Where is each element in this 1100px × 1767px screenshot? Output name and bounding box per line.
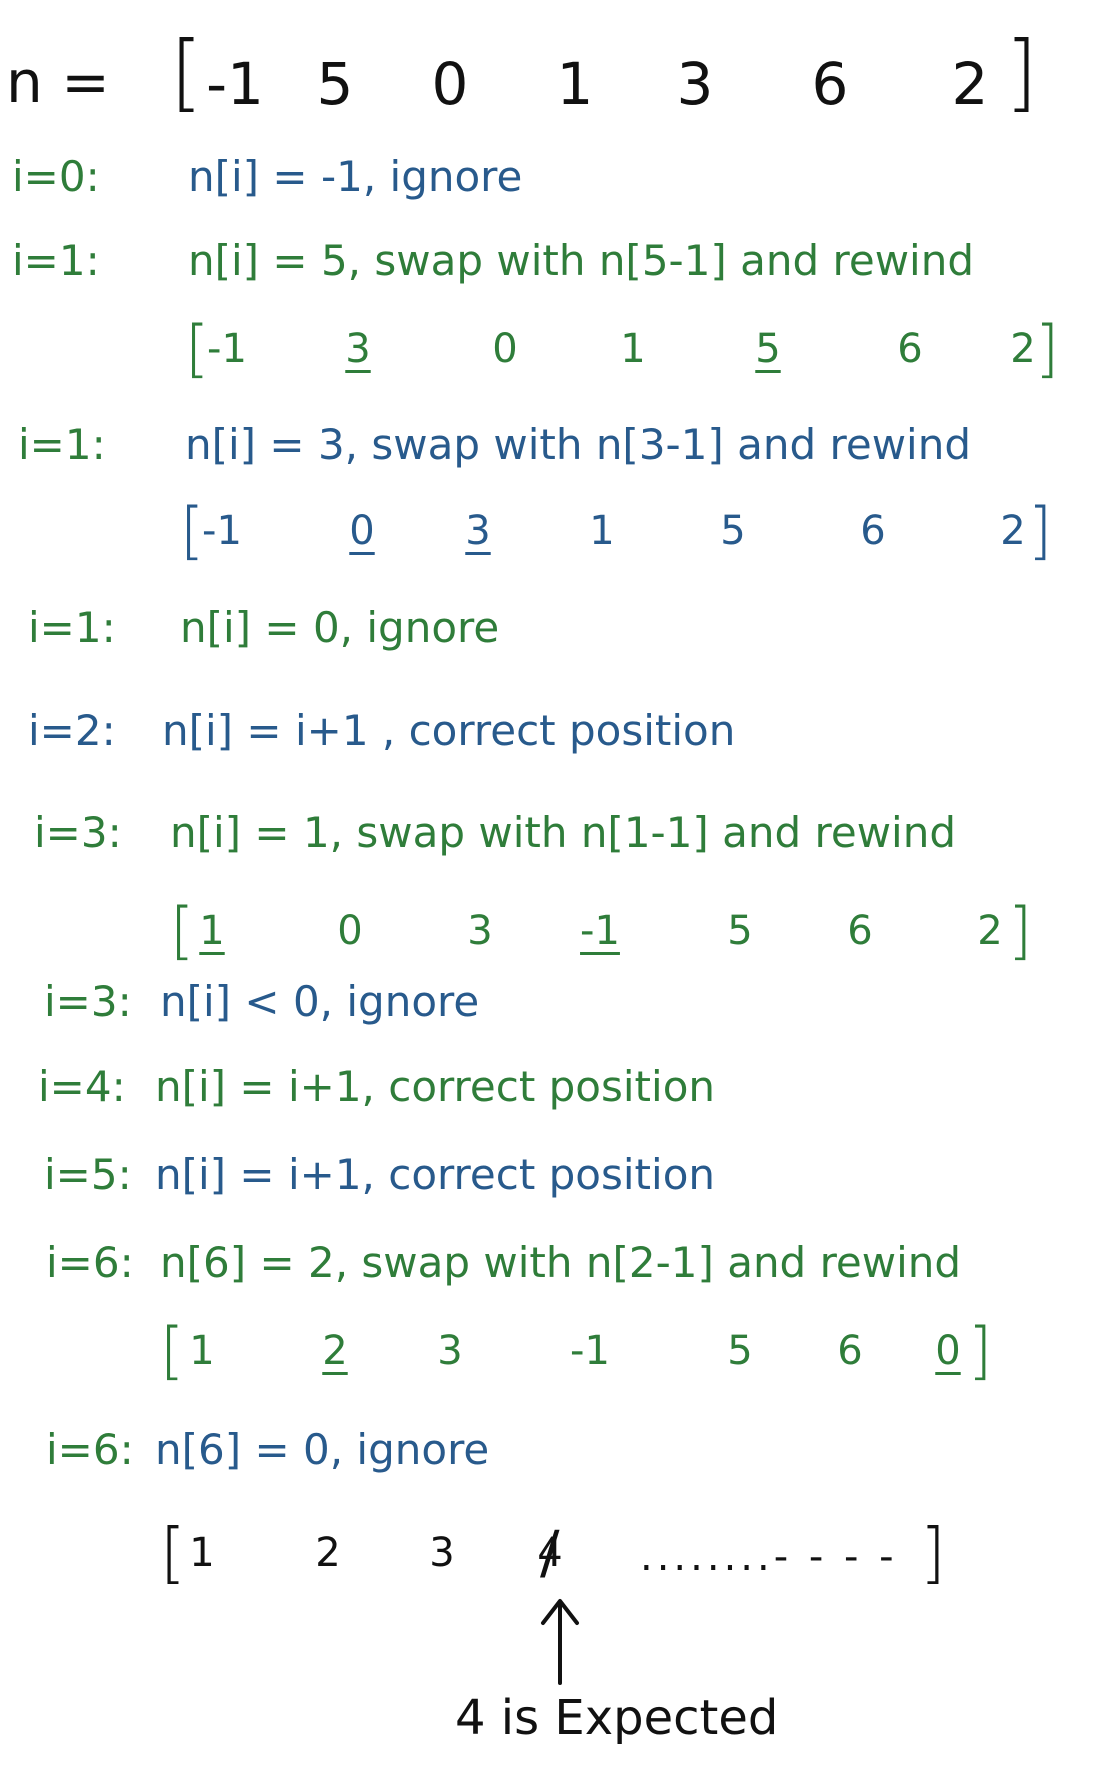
array-cell: 1 [189, 1328, 215, 1374]
array-cell: 5 [727, 1328, 753, 1374]
step-text: n[i] = 5, swap with n[5-1] and rewind [188, 236, 975, 285]
array-cell-underlined: 3 [345, 326, 371, 372]
step-label: i=5: [44, 1150, 132, 1199]
array-cell: 5 [727, 908, 753, 954]
close-bracket: ] [920, 1514, 946, 1591]
array-cell: 0 [492, 326, 518, 372]
step-label: i=0: [12, 152, 100, 201]
initial-array: [ -1 5 0 1 3 6 2 ] [170, 30, 1090, 120]
step-label: i=1: [18, 420, 106, 469]
array-cell: -1 [206, 50, 264, 118]
array-name-label: n = [6, 48, 110, 116]
close-bracket: ] [968, 1314, 993, 1387]
array-cell: 0 [431, 50, 469, 118]
array-cell: -1 [202, 508, 242, 554]
step-label: i=6: [46, 1238, 134, 1287]
ellipsis-dots: ........- - - - [640, 1534, 898, 1580]
strike-mark: / [540, 1518, 560, 1586]
array-cell: 5 [316, 50, 354, 118]
step-label: i=3: [44, 977, 132, 1026]
step-text: n[i] = i+1 , correct position [162, 706, 736, 755]
step-label: i=1: [28, 603, 116, 652]
array-cell-underlined: 5 [755, 326, 781, 372]
expected-note: 4 is Expected [455, 1690, 779, 1746]
close-bracket: ] [1035, 312, 1060, 385]
array-cell-underlined: 0 [349, 508, 375, 554]
array-cell: 2 [951, 50, 989, 118]
close-bracket: ] [1028, 494, 1053, 567]
array-cell: 5 [720, 508, 746, 554]
array-cell-underlined: -1 [580, 908, 620, 954]
step-text: n[i] = 1, swap with n[1-1] and rewind [170, 808, 957, 857]
step-label: i=4: [38, 1062, 126, 1111]
array-state-3: [ 1 0 3 -1 5 6 2 ] [170, 900, 1050, 970]
final-array: [ 1 2 3 4 / ........- - - - ] [150, 1514, 980, 1600]
step-text: n[6] = 0, ignore [155, 1425, 490, 1474]
array-state-2: [ -1 0 3 1 5 6 2 ] [180, 500, 1060, 570]
step-label: i=1: [12, 236, 100, 285]
array-state-4: [ 1 2 3 -1 5 6 0 ] [160, 1320, 1010, 1390]
array-cell: 3 [467, 908, 493, 954]
step-text: n[i] = 0, ignore [180, 603, 500, 652]
open-bracket: [ [170, 23, 203, 121]
array-cell: 3 [429, 1530, 455, 1576]
array-state-1: [ -1 3 0 1 5 6 2 ] [185, 318, 1075, 388]
step-label: i=3: [34, 808, 122, 857]
array-cell-underlined: 3 [465, 508, 491, 554]
array-cell: 6 [847, 908, 873, 954]
step-text: n[i] < 0, ignore [160, 977, 480, 1026]
array-cell: 6 [897, 326, 923, 372]
array-cell: 1 [189, 1530, 215, 1576]
step-text: n[i] = 3, swap with n[3-1] and rewind [185, 420, 972, 469]
close-bracket: ] [1008, 894, 1033, 967]
up-arrow-icon [541, 1599, 579, 1685]
array-cell: 1 [620, 326, 646, 372]
array-cell-underlined: 2 [322, 1328, 348, 1374]
step-text: n[i] = i+1, correct position [155, 1062, 716, 1111]
array-cell: 2 [315, 1530, 341, 1576]
array-cell: 6 [837, 1328, 863, 1374]
array-cell: 1 [556, 50, 594, 118]
close-bracket: ] [1005, 23, 1038, 121]
step-label: i=6: [46, 1425, 134, 1474]
step-text: n[i] = i+1, correct position [155, 1150, 716, 1199]
step-label: i=2: [28, 706, 116, 755]
array-cell: 6 [860, 508, 886, 554]
array-cell-underlined: 1 [199, 908, 225, 954]
array-cell: 0 [337, 908, 363, 954]
array-cell: 3 [676, 50, 714, 118]
step-text: n[i] = -1, ignore [188, 152, 523, 201]
initial-array-row: n = [ -1 5 0 1 3 6 2 ] [0, 30, 1100, 120]
array-cell: -1 [207, 326, 247, 372]
array-cell: 6 [811, 50, 849, 118]
array-cell: -1 [570, 1328, 610, 1374]
array-cell: 3 [437, 1328, 463, 1374]
array-cell: 1 [589, 508, 615, 554]
step-text: n[6] = 2, swap with n[2-1] and rewind [160, 1238, 962, 1287]
